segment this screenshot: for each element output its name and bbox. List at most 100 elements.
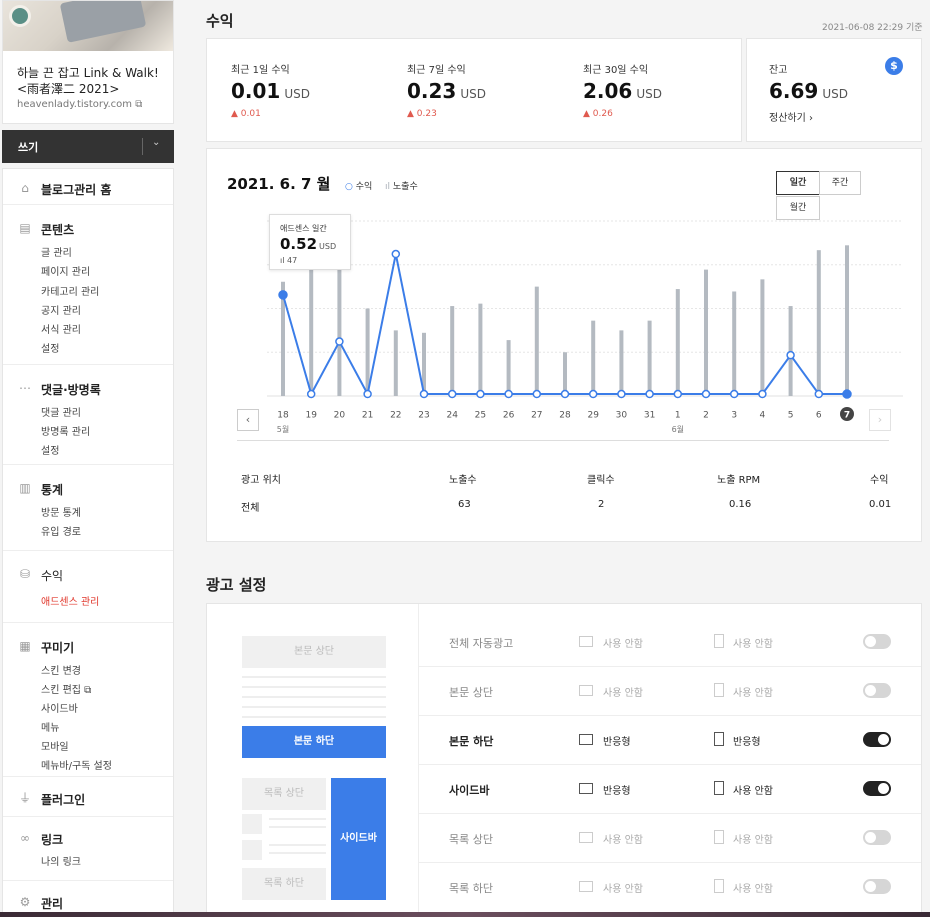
chart-next-button[interactable]: › [869,409,891,431]
revenue-point [645,389,654,399]
sidebar-section-plugin: ⏚ 플러그인 [3,777,173,817]
table-header-rpm: 노출 RPM [717,475,761,486]
ad-row-mobile-value[interactable]: 반응형 [733,733,761,748]
chart-prev-button[interactable]: ‹ [237,409,259,431]
ad-toggle-sidebar[interactable] [863,781,891,796]
desktop-icon [579,636,593,647]
ad-row-pc-value[interactable]: 사용 안함 [603,831,643,846]
revenue-point [560,389,570,399]
revenue-point [588,389,598,399]
month-label: 6월 [672,424,684,434]
blog-card[interactable]: 하늘 끈 잡고 Link & Walk! <雨者澤二 2021> heavenl… [2,0,174,124]
chevron-down-icon[interactable]: ⌄ [152,137,160,148]
blog-title[interactable]: 하늘 끈 잡고 Link & Walk! <雨者澤二 2021> [17,65,167,97]
ad-row-auto: 전체 자동광고 사용 안함 사용 안함 [419,618,921,667]
ad-row-mobile-value[interactable]: 사용 안함 [733,684,773,699]
sidebar-section-design: ▦ 꾸미기 스킨 변경 스킨 편집 ⧉ 사이드바 메뉴 모바일 메뉴바/구독 설… [3,623,173,777]
sidebar-item-design[interactable]: 꾸미기 [41,639,74,656]
ad-row-pc-value[interactable]: 사용 안함 [603,684,643,699]
ad-row-name: 본문 하단 [449,735,494,748]
sidebar-item-posts[interactable]: 글 관리 [41,244,72,259]
sidebar-item-referrers[interactable]: 유입 경로 [41,523,81,538]
comment-icon: ⋯ [19,381,31,395]
page-title: 수익 [206,12,234,30]
sidebar-item-plugin[interactable]: 플러그인 [41,791,85,808]
ad-toggle-content-bottom[interactable] [863,732,891,747]
sidebar-item-comments-settings[interactable]: 설정 [41,442,59,457]
sidebar-item-revenue[interactable]: 수익 [41,567,63,584]
sidebar-item-templates[interactable]: 서식 관리 [41,321,81,336]
sidebar-item-home[interactable]: 블로그관리 홈 [41,181,111,198]
sidebar-item-contents-settings[interactable]: 설정 [41,340,59,355]
palette-icon: ▦ [19,639,31,653]
ad-row-mobile-value[interactable]: 사용 안함 [733,880,773,895]
chart-divider [237,440,889,441]
desktop-icon [579,783,593,794]
write-divider [142,138,143,155]
timestamp: 2021-06-08 22:29 기준 [822,23,923,33]
ad-row-mobile-value[interactable]: 사용 안함 [733,782,773,797]
sidebar-item-comment-manage[interactable]: 댓글 관리 [41,404,81,419]
table-cell-rpm: 0.16 [729,499,752,510]
ad-row-pc-value[interactable]: 반응형 [603,782,631,797]
mobile-icon [714,634,724,648]
sidebar-item-mobile[interactable]: 모바일 [41,738,69,753]
impression-bar [647,320,652,396]
sidebar-item-comments[interactable]: 댓글·방명록 [41,381,101,398]
x-tick-label: 1 [675,411,681,421]
ad-row-pc-value[interactable]: 사용 안함 [603,635,643,650]
ad-row-pc-value[interactable]: 사용 안함 [603,880,643,895]
sidebar-item-stats[interactable]: 통계 [41,481,63,498]
ad-toggle-list-bottom[interactable] [863,879,891,894]
sidebar-item-skin-change[interactable]: 스킨 변경 [41,662,81,677]
sidebar-item-sidebar[interactable]: 사이드바 [41,700,78,715]
impression-bar [760,279,765,396]
ad-row-list-top: 목록 상단 사용 안함 사용 안함 [419,814,921,863]
x-tick-label: 6 [816,411,822,421]
document-icon: ▤ [19,221,31,235]
mobile-icon [714,830,724,844]
ad-toggle-auto[interactable] [863,634,891,649]
sidebar-item-categories[interactable]: 카테고리 관리 [41,283,99,298]
sidebar-item-notices[interactable]: 공지 관리 [41,302,81,317]
sidebar-item-contents[interactable]: 콘텐츠 [41,221,74,238]
ad-toggle-list-top[interactable] [863,830,891,845]
write-button[interactable]: 쓰기 ⌄ [2,130,174,163]
sidebar-menu: ⌂ 블로그관리 홈 ▤ 콘텐츠 글 관리 페이지 관리 카테고리 관리 공지 관… [2,168,174,917]
sidebar-item-adsense[interactable]: 애드센스 관리 [41,593,99,608]
sidebar-item-manage[interactable]: 관리 [41,895,63,912]
sidebar-item-link[interactable]: 링크 [41,831,63,848]
x-tick-label: 24 [446,411,458,421]
ad-toggle-content-top[interactable] [863,683,891,698]
x-tick-label: 28 [559,411,571,421]
ad-row-pc-value[interactable]: 반응형 [603,733,631,748]
balance-card: 잔고 6.69 USD $ 정산하기 › [746,38,922,142]
x-tick-label: 26 [503,411,515,421]
sidebar-item-skin-edit[interactable]: 스킨 편집 ⧉ [41,681,91,696]
ad-settings-title: 광고 설정 [206,576,267,594]
month-label: 5월 [277,424,289,434]
settle-link[interactable]: 정산하기 › [769,109,813,124]
sidebar-item-menubar[interactable]: 메뉴바/구독 설정 [41,757,112,772]
stat-label: 최근 1일 수익 [231,65,290,76]
sidebar-section-contents: ▤ 콘텐츠 글 관리 페이지 관리 카테고리 관리 공지 관리 서식 관리 설정 [3,205,173,365]
impression-bar [534,286,539,396]
blog-url[interactable]: heavenlady.tistory.com ⧉ [17,99,142,110]
ad-row-mobile-value[interactable]: 사용 안함 [733,831,773,846]
bar-icon: ıl [280,256,285,265]
sidebar-item-my-links[interactable]: 나의 링크 [41,853,81,868]
impression-bar [816,250,821,396]
mobile-icon [714,732,724,746]
impression-bar [591,320,596,396]
sidebar-item-pages[interactable]: 페이지 관리 [41,263,90,278]
ad-row-mobile-value[interactable]: 사용 안함 [733,635,773,650]
x-tick-label: 22 [390,411,401,421]
stat-label: 최근 7일 수익 [407,65,466,76]
sidebar-item-guestbook[interactable]: 방명록 관리 [41,423,90,438]
table-header-revenue: 수익 [870,475,889,486]
sidebar-item-menu[interactable]: 메뉴 [41,719,59,734]
sidebar-section-home[interactable]: ⌂ 블로그관리 홈 [3,169,173,205]
revenue-chart: 18 19 20 21 22 23 24 25 26 27 28 29 30 31 1 2 3 4 5 6 75월 6월 [267,220,903,434]
sidebar: 하늘 끈 잡고 Link & Walk! <雨者澤二 2021> heavenl… [2,0,174,917]
sidebar-item-visit-stats[interactable]: 방문 통계 [41,504,81,519]
